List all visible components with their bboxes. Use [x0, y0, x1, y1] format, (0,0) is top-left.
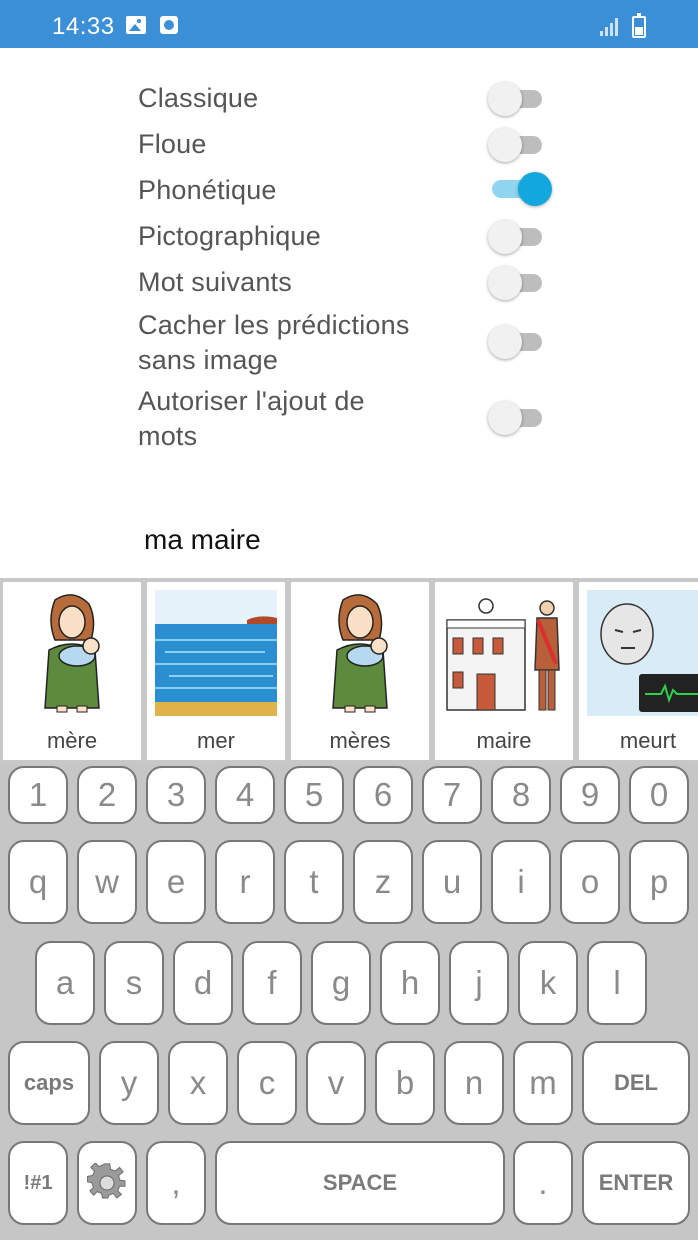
key-s[interactable]: s: [104, 941, 164, 1025]
key-4[interactable]: 4: [215, 766, 275, 824]
key-j[interactable]: j: [449, 941, 509, 1025]
key-h[interactable]: h: [380, 941, 440, 1025]
toggle-phonetique[interactable]: [488, 171, 552, 207]
key-y[interactable]: y: [99, 1041, 159, 1125]
key-0[interactable]: 0: [629, 766, 689, 824]
key-3[interactable]: 3: [146, 766, 206, 824]
toggle-autoriser-ajout[interactable]: [488, 400, 544, 436]
key-m[interactable]: m: [513, 1041, 573, 1125]
key-r[interactable]: r: [215, 840, 275, 924]
key-g[interactable]: g: [311, 941, 371, 1025]
key-7[interactable]: 7: [422, 766, 482, 824]
toggle-classique[interactable]: [488, 81, 544, 117]
setting-floue: Floue: [138, 127, 578, 162]
key-n[interactable]: n: [444, 1041, 504, 1125]
key-w[interactable]: w: [77, 840, 137, 924]
key-e[interactable]: e: [146, 840, 206, 924]
setting-mot-suivants: Mot suivants: [138, 265, 578, 300]
key-9[interactable]: 9: [560, 766, 620, 824]
key-t[interactable]: t: [284, 840, 344, 924]
key-b[interactable]: b: [375, 1041, 435, 1125]
prediction-word: maire: [476, 728, 532, 753]
key-5[interactable]: 5: [284, 766, 344, 824]
prediction-word: mères: [329, 728, 391, 753]
key-6[interactable]: 6: [353, 766, 413, 824]
key-z[interactable]: z: [353, 840, 413, 924]
key-o[interactable]: o: [560, 840, 620, 924]
image-icon: [126, 16, 146, 34]
prediction-item[interactable]: mère: [3, 582, 141, 760]
sea-beach-icon: [155, 590, 277, 716]
key-q[interactable]: q: [8, 840, 68, 924]
key-l[interactable]: l: [587, 941, 647, 1025]
prediction-item[interactable]: mères: [291, 582, 429, 760]
symbols-button[interactable]: !#1: [8, 1141, 68, 1225]
setting-cacher-predictions: Cacher les prédictions sans image: [138, 308, 578, 378]
prediction-word: meurt: [619, 728, 677, 753]
on-screen-keyboard: 1 2 3 4 5 6 7 8 9 0 q w e r t z u i o p …: [0, 764, 698, 1240]
prediction-strip: mère mer mères maire meurt: [0, 578, 698, 764]
status-time: 14:33: [52, 13, 115, 40]
status-bar: 14:33: [0, 0, 698, 48]
typed-text[interactable]: ma maire: [144, 524, 261, 556]
prediction-item[interactable]: meurt: [579, 582, 698, 760]
toggle-cacher-predictions[interactable]: [488, 324, 544, 360]
key-p[interactable]: p: [629, 840, 689, 924]
toggle-mot-suivants[interactable]: [488, 265, 544, 301]
toggle-pictographique[interactable]: [488, 219, 544, 255]
key-u[interactable]: u: [422, 840, 482, 924]
toggle-floue[interactable]: [488, 127, 544, 163]
prediction-item[interactable]: mer: [147, 582, 285, 760]
delete-button[interactable]: DEL: [582, 1041, 690, 1125]
caps-button[interactable]: caps: [8, 1041, 90, 1125]
key-f[interactable]: f: [242, 941, 302, 1025]
key-k[interactable]: k: [518, 941, 578, 1025]
comma-key[interactable]: ,: [146, 1141, 206, 1225]
mother-baby-icon: [332, 594, 388, 713]
battery-charging-icon: [632, 13, 646, 38]
period-key[interactable]: .: [513, 1141, 573, 1225]
gear-icon: [87, 1163, 126, 1199]
hospital-bed-icon: [587, 590, 698, 716]
setting-pictographique: Pictographique: [138, 219, 578, 254]
app-root: { "status_bar": { "time": "14:33", "icon…: [0, 0, 698, 1240]
settings-button[interactable]: [77, 1141, 137, 1225]
key-8[interactable]: 8: [491, 766, 551, 824]
key-v[interactable]: v: [306, 1041, 366, 1125]
app-notification-icon: [160, 16, 178, 34]
prediction-word: mère: [46, 728, 98, 753]
mother-baby-icon: [44, 594, 100, 713]
prediction-item[interactable]: maire: [435, 582, 573, 760]
signal-icon: [600, 16, 620, 36]
key-i[interactable]: i: [491, 840, 551, 924]
enter-button[interactable]: ENTER: [582, 1141, 690, 1225]
key-2[interactable]: 2: [77, 766, 137, 824]
key-d[interactable]: d: [173, 941, 233, 1025]
space-bar[interactable]: SPACE: [215, 1141, 505, 1225]
setting-autoriser-ajout: Autoriser l'ajout de mots: [138, 384, 578, 454]
key-c[interactable]: c: [237, 1041, 297, 1125]
key-x[interactable]: x: [168, 1041, 228, 1125]
prediction-word: mer: [197, 728, 235, 753]
setting-phonetique: Phonétique: [138, 171, 578, 208]
key-1[interactable]: 1: [8, 766, 68, 824]
mayor-town-hall-icon: [446, 598, 560, 711]
key-a[interactable]: a: [35, 941, 95, 1025]
setting-classique: Classique: [138, 81, 578, 116]
